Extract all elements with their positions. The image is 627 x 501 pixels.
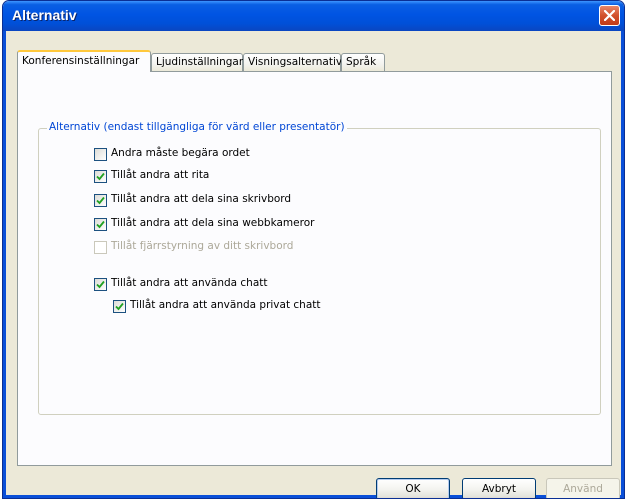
tab-label: Konferensinställningar [22, 55, 140, 67]
checkbox-checked[interactable] [94, 218, 107, 231]
tab-label: Språk [346, 56, 377, 68]
option-label: Tillåt fjärrstyrning av ditt skrivbord [111, 240, 294, 252]
checkbox-checked[interactable] [94, 170, 107, 183]
ok-button[interactable]: OK [376, 478, 450, 498]
checkmark-icon [96, 172, 105, 181]
tab-language[interactable]: Språk [341, 53, 385, 71]
option-label: Tillåt andra att dela sina webbkameror [111, 217, 315, 229]
apply-button: Använd [546, 478, 620, 498]
cancel-button[interactable]: Avbryt [462, 478, 536, 498]
option-label: Tillåt andra att dela sina skrivbord [111, 193, 292, 205]
checkbox-checked[interactable] [94, 278, 107, 291]
tab-conference-settings[interactable]: Konferensinställningar [17, 50, 151, 72]
checkmark-icon [115, 302, 124, 311]
tab-display-options[interactable]: Visningsalternativ [243, 53, 343, 71]
close-icon [604, 10, 615, 21]
checkmark-icon [96, 220, 105, 229]
title-bar[interactable]: Alternativ [3, 1, 624, 31]
option-label: Tillåt andra att använda chatt [111, 277, 268, 289]
tab-label: Ljudinställningar [156, 56, 244, 68]
tab-audio-settings[interactable]: Ljudinställningar [151, 53, 243, 71]
groupbox-legend: Alternativ (endast tillgängliga för värd… [47, 121, 347, 133]
window-title: Alternativ [12, 7, 77, 23]
window-border-right [621, 31, 624, 498]
dialog-client-area: Konferensinställningar Ljudinställningar… [6, 31, 621, 498]
option-label: Tillåt andra att rita [111, 169, 210, 181]
option-label: Andra måste begära ordet [111, 147, 250, 159]
checkbox-checked[interactable] [94, 194, 107, 207]
options-dialog: Alternativ Konferensinställningar Ljudin… [2, 0, 625, 499]
checkbox-disabled [94, 241, 107, 254]
tab-label: Visningsalternativ [248, 56, 343, 68]
tab-panel: Alternativ (endast tillgängliga för värd… [17, 71, 612, 466]
close-button[interactable] [599, 5, 620, 26]
checkbox-checked[interactable] [113, 300, 126, 313]
option-label: Tillåt andra att använda privat chatt [130, 299, 321, 311]
checkbox-unchecked[interactable] [94, 148, 107, 161]
checkmark-icon [96, 196, 105, 205]
checkmark-icon [96, 280, 105, 289]
